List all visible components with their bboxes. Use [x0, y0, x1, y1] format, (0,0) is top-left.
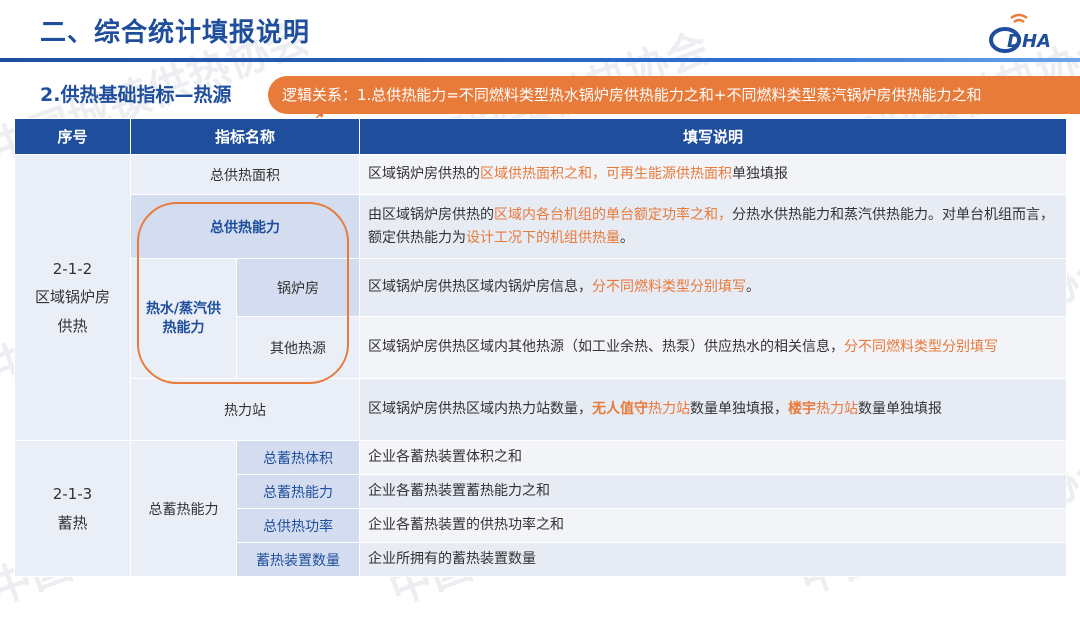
group-label: 蓄热 — [57, 513, 88, 532]
group-code: 2-1-3 — [52, 485, 93, 503]
header-indicator-name: 指标名称 — [129, 118, 361, 155]
group-label-line1: 区域锅炉房 — [34, 288, 110, 307]
indicator-table: 序号 指标名称 填写说明 2-1-2 区域锅炉房 供热 总供热面积 区域锅炉房供… — [14, 118, 1068, 577]
indicator-total-storage: 总蓄热能力 — [130, 440, 237, 577]
desc-boiler: 区域锅炉房供热区域内锅炉房信息，分不同燃料类型分别填写。 — [359, 258, 1068, 317]
section-title: 2.供热基础指标—热源 — [40, 84, 232, 106]
indicator-hotwater-steam: 热水/蒸汽供热能力 — [130, 258, 237, 379]
indicator-total-capacity: 总供热能力 — [129, 194, 361, 259]
desc-storage-capacity: 企业各蓄热装置蓄热能力之和 — [359, 474, 1068, 509]
desc-supply-power: 企业各蓄热装置的供热功率之和 — [359, 508, 1068, 543]
desc-total-capacity: 由区域锅炉房供热的区域内各台机组的单台额定功率之和，分热水供热能力和蒸汽供热能力… — [359, 194, 1068, 259]
group-label-line2: 供热 — [57, 316, 88, 335]
desc-other-source: 区域锅炉房供热区域内其他热源（如工业余热、热泵）供应热水的相关信息，分不同燃料类… — [359, 316, 1068, 379]
header-index: 序号 — [14, 118, 131, 155]
indicator-storage-capacity: 总蓄热能力 — [235, 474, 361, 509]
page-title: 二、综合统计填报说明 — [40, 18, 311, 48]
logo-text: DHA — [1007, 31, 1051, 52]
group-index-2-1-2: 2-1-2 区域锅炉房 供热 — [14, 154, 131, 441]
indicator-total-area: 总供热面积 — [129, 154, 361, 195]
group-code: 2-1-2 — [52, 259, 93, 278]
indicator-other-source: 其他热源 — [235, 316, 361, 379]
desc-total-area: 区域锅炉房供热的区域供热面积之和，可再生能源供热面积单独填报 — [359, 154, 1068, 195]
desc-storage-volume: 企业各蓄热装置体积之和 — [359, 440, 1068, 475]
desc-station: 区域锅炉房供热区域内热力站数量，无人值守热力站数量单独填报，楼宇热力站数量单独填… — [359, 378, 1068, 441]
desc-device-count: 企业所拥有的蓄热装置数量 — [359, 542, 1068, 577]
indicator-supply-power: 总供热功率 — [235, 508, 361, 543]
header-divider — [0, 58, 1080, 62]
dha-logo: DHA — [985, 10, 1065, 54]
group-index-2-1-3: 2-1-3 蓄热 — [14, 440, 131, 577]
logic-callout: 逻辑关系：1.总供热能力=不同燃料类型热水锅炉房供热能力之和+不同燃料类型蒸汽锅… — [268, 76, 1080, 114]
header-description: 填写说明 — [359, 118, 1068, 155]
indicator-boiler: 锅炉房 — [235, 258, 361, 317]
indicator-station: 热力站 — [129, 378, 361, 441]
indicator-device-count: 蓄热装置数量 — [235, 542, 361, 577]
indicator-storage-volume: 总蓄热体积 — [235, 440, 361, 475]
